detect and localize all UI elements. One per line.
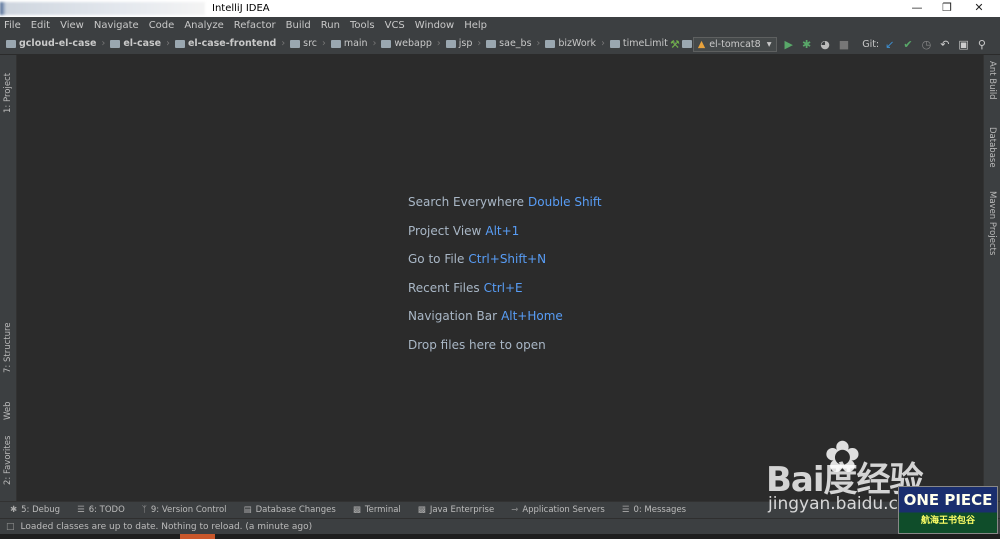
- debug-icon[interactable]: ✱: [802, 38, 811, 51]
- stop-icon[interactable]: ■: [839, 38, 849, 51]
- tool-tab-maven[interactable]: Maven Projects: [987, 191, 997, 255]
- ide-window: IntelliJ IDEA — ❐ ✕ File Edit View Navig…: [0, 0, 1000, 539]
- menu-file[interactable]: File: [4, 20, 21, 31]
- menu-analyze[interactable]: Analyze: [184, 20, 223, 31]
- folder-icon: [486, 39, 497, 48]
- tool-tab-database[interactable]: Database: [987, 127, 997, 168]
- module-icon: [110, 39, 121, 48]
- menu-view[interactable]: View: [60, 20, 84, 31]
- minimize-button[interactable]: —: [902, 0, 932, 17]
- messages-icon: ☰: [621, 505, 630, 515]
- tool-tab-java-enterprise[interactable]: ▩ Java Enterprise: [418, 505, 494, 515]
- vcs-commit-icon[interactable]: ✔: [903, 38, 912, 51]
- crumb-folder[interactable]: jsp: [445, 38, 472, 49]
- build-hammer-icon[interactable]: ⚒: [670, 38, 680, 51]
- menu-tools[interactable]: Tools: [350, 20, 375, 31]
- bottom-tool-strip: ✱ 5: Debug ☰ 6: TODO ᛉ 9: Version Control ▤…: [0, 501, 1000, 518]
- crumb-folder[interactable]: sae_bs: [486, 38, 532, 49]
- search-icon[interactable]: ⚲: [978, 38, 986, 51]
- main-toolbar: ⚒ ▲ el-tomcat8 ▾ ▶ ✱ ◕ ■ Git: ↙ ✔ ◷ ↶ ▣ ⚲: [670, 33, 995, 55]
- folder-icon: [330, 39, 341, 48]
- taskbar-highlight: [180, 534, 215, 539]
- hint-search-everywhere: Search Everywhere Double Shift: [408, 195, 602, 209]
- os-taskbar-edge: [0, 534, 1000, 539]
- welcome-hints: Search Everywhere Double Shift Project Vi…: [408, 195, 602, 367]
- hint-project-view: Project View Alt+1: [408, 223, 520, 238]
- title-bar: IntelliJ IDEA — ❐ ✕: [0, 0, 1000, 17]
- hint-go-to-file: Go to File Ctrl+Shift+N: [408, 252, 547, 267]
- project-structure-icon[interactable]: ▣: [958, 38, 968, 51]
- tool-tab-version-control[interactable]: ᛉ 9: Version Control: [142, 505, 227, 515]
- menu-window[interactable]: Window: [415, 20, 454, 31]
- crumb-folder[interactable]: timeLimit: [609, 38, 668, 49]
- chevron-down-icon: ▾: [766, 38, 772, 50]
- module-icon: [174, 39, 185, 48]
- close-button[interactable]: ✕: [964, 0, 994, 17]
- toggle-tool-windows-icon[interactable]: □: [6, 522, 15, 532]
- status-message: Loaded classes are up to date. Nothing t…: [20, 521, 313, 532]
- menu-code[interactable]: Code: [149, 20, 175, 31]
- todo-icon: ☰: [77, 505, 85, 515]
- crumb-module[interactable]: el-case-frontend: [174, 38, 276, 49]
- tool-tab-application-servers[interactable]: ⇾ Application Servers: [511, 505, 605, 515]
- database-icon: ▤: [243, 505, 252, 515]
- revert-icon[interactable]: ↶: [940, 38, 949, 51]
- java-enterprise-icon: ▩: [417, 505, 426, 515]
- branch-icon: ᛉ: [141, 505, 147, 515]
- folder-icon: [290, 39, 301, 48]
- vcs-update-icon[interactable]: ↙: [885, 38, 894, 51]
- crumb-folder[interactable]: main: [330, 38, 368, 49]
- left-tool-strip: 1: Project 7: Structure Web 2: Favorites: [0, 55, 17, 501]
- tool-tab-structure[interactable]: 7: Structure: [3, 322, 13, 373]
- coverage-icon[interactable]: ◕: [820, 38, 830, 51]
- tool-tab-terminal[interactable]: ▩ Terminal: [353, 505, 401, 515]
- status-bar: □ Loaded classes are up to date. Nothing…: [0, 518, 1000, 534]
- crumb-folder[interactable]: webapp: [381, 38, 432, 49]
- tool-tab-web[interactable]: Web: [3, 401, 13, 420]
- hint-navigation-bar: Navigation Bar Alt+Home: [408, 309, 563, 324]
- git-label: Git:: [862, 38, 880, 50]
- server-icon: ⇾: [511, 505, 519, 515]
- menu-navigate[interactable]: Navigate: [94, 20, 139, 31]
- menu-build[interactable]: Build: [286, 20, 311, 31]
- blurred-project-path: [0, 2, 205, 15]
- menu-bar: File Edit View Navigate Code Analyze Ref…: [0, 17, 1000, 33]
- menu-help[interactable]: Help: [464, 20, 487, 31]
- tool-tab-project[interactable]: 1: Project: [3, 73, 13, 113]
- run-icon[interactable]: ▶: [785, 38, 793, 51]
- history-icon[interactable]: ◷: [922, 38, 932, 51]
- hint-recent-files: Recent Files Ctrl+E: [408, 280, 523, 295]
- tool-tab-database-changes[interactable]: ▤ Database Changes: [244, 505, 336, 515]
- crumb-module[interactable]: gcloud-el-case: [6, 38, 97, 49]
- right-tool-strip: Ant Build Database Maven Projects: [983, 55, 1000, 501]
- folder-icon: [609, 39, 620, 48]
- tool-tab-ant-build[interactable]: Ant Build: [987, 61, 997, 100]
- folder-icon: [545, 39, 556, 48]
- menu-vcs[interactable]: VCS: [385, 20, 405, 31]
- tool-tab-messages[interactable]: ☰ 0: Messages: [622, 505, 686, 515]
- terminal-icon: ▩: [352, 505, 361, 515]
- menu-refactor[interactable]: Refactor: [234, 20, 276, 31]
- menu-run[interactable]: Run: [321, 20, 340, 31]
- tool-tab-debug[interactable]: ✱ 5: Debug: [10, 505, 60, 515]
- tool-tab-favorites[interactable]: 2: Favorites: [3, 436, 13, 485]
- hint-drop-files: Drop files here to open: [408, 337, 546, 352]
- module-icon: [6, 39, 16, 48]
- tool-tab-todo[interactable]: ☰ 6: TODO: [77, 505, 125, 515]
- window-title: IntelliJ IDEA: [212, 3, 270, 14]
- one-piece-badge: ONE PIECE 航海王书包谷: [898, 486, 998, 534]
- crumb-folder[interactable]: src: [290, 38, 317, 49]
- menu-edit[interactable]: Edit: [31, 20, 50, 31]
- crumb-module[interactable]: el-case: [110, 38, 161, 49]
- restore-button[interactable]: ❐: [932, 0, 962, 17]
- navigation-bar: gcloud-el-case › el-case › el-case-fronten…: [0, 33, 1000, 55]
- crumb-folder[interactable]: bizWork: [545, 38, 596, 49]
- tomcat-icon: ▲: [697, 38, 706, 50]
- editor-empty-area: Search Everywhere Double Shift Project Vi…: [17, 55, 983, 501]
- folder-icon: [381, 39, 392, 48]
- debug-icon: ✱: [10, 505, 18, 515]
- run-configuration-select[interactable]: ▲ el-tomcat8 ▾: [692, 36, 777, 52]
- folder-icon: [445, 39, 456, 48]
